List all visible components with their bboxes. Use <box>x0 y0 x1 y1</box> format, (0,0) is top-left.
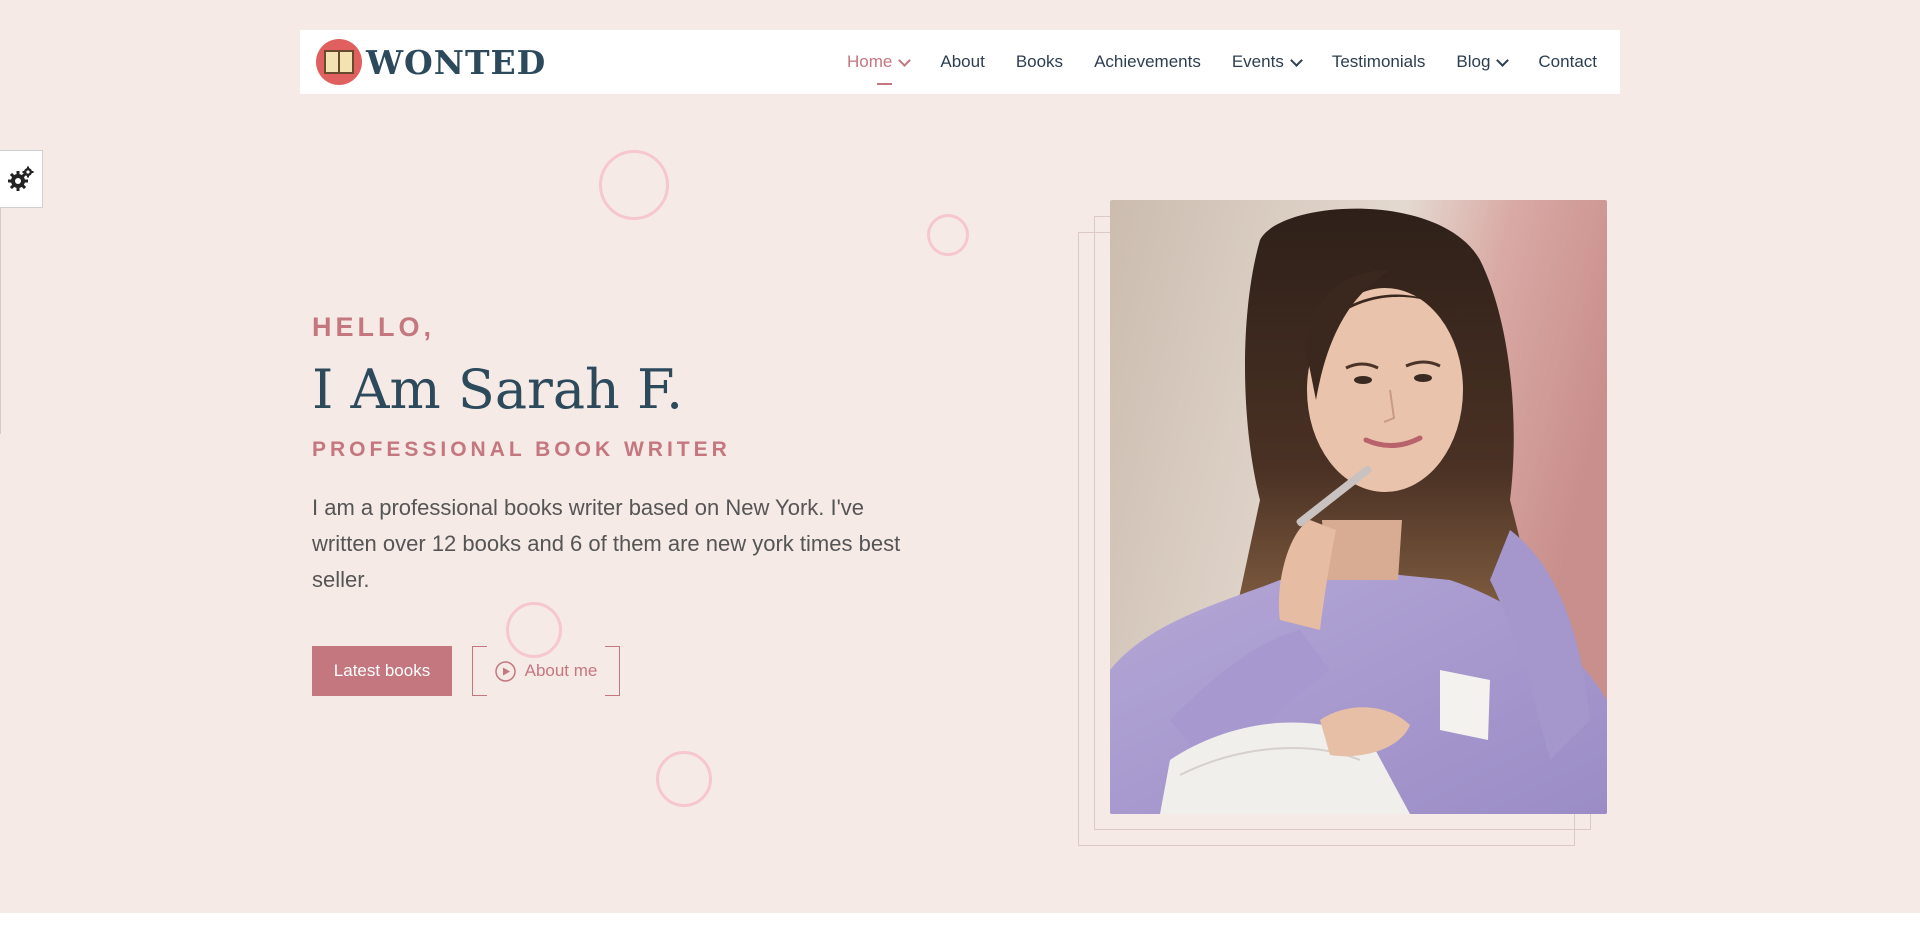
decorative-circle <box>599 150 669 220</box>
book-logo-icon <box>316 39 362 85</box>
nav-item-testimonials[interactable]: Testimonials <box>1332 52 1426 72</box>
decorative-circle <box>656 751 712 807</box>
hero-section: WONTED Home About Books Achievements Eve… <box>0 0 1920 913</box>
main-nav: Home About Books Achievements Events Tes… <box>847 30 1597 94</box>
nav-item-achievements[interactable]: Achievements <box>1094 52 1201 72</box>
gear-icon <box>8 166 34 191</box>
nav-item-blog[interactable]: Blog <box>1456 52 1510 72</box>
decorative-circle <box>927 214 969 256</box>
about-me-label: About me <box>524 661 598 680</box>
nav-item-contact[interactable]: Contact <box>1538 52 1597 72</box>
nav-item-about[interactable]: About <box>940 52 984 72</box>
author-photo <box>1110 200 1607 814</box>
hero-title: I Am Sarah F. <box>312 358 684 421</box>
about-me-button[interactable]: About me <box>472 646 620 696</box>
latest-books-button[interactable]: Latest books <box>312 646 452 696</box>
nav-item-books[interactable]: Books <box>1016 52 1063 72</box>
nav-item-events[interactable]: Events <box>1232 52 1303 72</box>
chevron-down-icon <box>898 53 912 67</box>
nav-item-home[interactable]: Home <box>847 52 912 85</box>
divider <box>0 208 1 434</box>
hero-subtitle: PROFESSIONAL BOOK WRITER <box>312 438 731 461</box>
logo[interactable]: WONTED <box>316 39 546 85</box>
logo-text: WONTED <box>366 42 547 82</box>
play-circle-icon <box>494 660 516 682</box>
settings-toggle-button[interactable] <box>0 150 43 208</box>
chevron-down-icon <box>1289 53 1303 67</box>
chevron-down-icon <box>1496 53 1510 67</box>
header-navbar: WONTED Home About Books Achievements Eve… <box>300 30 1620 94</box>
hero-greeting: HELLO, <box>312 312 435 342</box>
hero-description: I am a professional books writer based o… <box>312 495 901 592</box>
